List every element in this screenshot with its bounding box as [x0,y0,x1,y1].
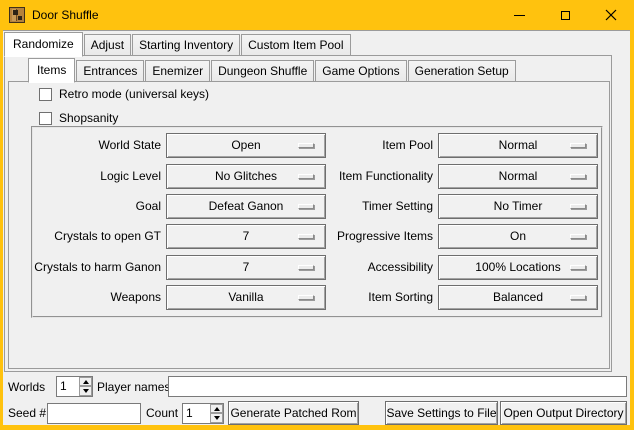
shopsanity-row: Shopsanity [39,111,118,125]
item-sorting-dropdown[interactable]: Balanced [438,285,598,310]
dropdown-indicator-icon [570,295,586,300]
count-spin-up-icon[interactable] [210,404,223,413]
generate-patched-rom-button[interactable]: Generate Patched Rom [228,401,359,425]
randomize-sub-tab-bar: Items Entrances Enemizer Dungeon Shuffle… [28,57,517,82]
worlds-spin-up-icon[interactable] [79,377,92,386]
tab-entrances[interactable]: Entrances [76,60,144,82]
retro-mode-row: Retro mode (universal keys) [39,87,209,101]
worlds-spin-down-icon[interactable] [79,386,92,396]
count-label: Count [146,402,178,424]
retro-mode-checkbox[interactable] [39,88,52,101]
main-tab-bar: Randomize Adjust Starting Inventory Cust… [4,31,352,56]
dropdown-indicator-icon [570,174,586,179]
minimize-button[interactable] [496,0,542,30]
shopsanity-label: Shopsanity [59,111,118,125]
title-bar: Door Shuffle [0,0,634,30]
tab-dungeon-shuffle[interactable]: Dungeon Shuffle [211,60,314,82]
count-spin-down-icon[interactable] [210,413,223,423]
dropdown-indicator-icon [570,265,586,270]
retro-mode-label: Retro mode (universal keys) [59,87,209,101]
tab-adjust[interactable]: Adjust [84,34,131,56]
settings-frame: World State Open Item Pool Normal Logic … [31,126,603,318]
count-spinbox[interactable]: 1 [182,403,224,424]
goal-label: Goal [33,194,161,219]
window-title: Door Shuffle [32,0,99,30]
dropdown-indicator-icon [570,234,586,239]
progressive-items-dropdown[interactable]: On [438,224,598,249]
app-door-icon [9,7,25,23]
tab-game-options[interactable]: Game Options [315,60,406,82]
close-icon [605,9,617,21]
door-shuffle-window: Door Shuffle Retro mode (universal keys) [0,0,634,430]
minimize-icon [514,15,525,16]
open-output-directory-button[interactable]: Open Output Directory [500,401,627,425]
player-names-input[interactable] [168,376,627,397]
worlds-spinbox[interactable]: 1 [56,376,93,397]
world-state-label: World State [33,133,161,158]
item-pool-dropdown[interactable]: Normal [438,133,598,158]
seed-input[interactable] [47,403,141,424]
seed-label: Seed # [8,402,46,424]
dropdown-indicator-icon [570,204,586,209]
save-settings-button[interactable]: Save Settings to File [385,401,498,425]
tab-generation-setup[interactable]: Generation Setup [408,60,516,82]
progressive-items-label: Progressive Items [273,224,433,249]
client-area: Retro mode (universal keys) Shopsanity W… [3,30,630,425]
worlds-label: Worlds [8,376,45,398]
tab-items[interactable]: Items [28,58,75,83]
tab-randomize[interactable]: Randomize [4,32,83,57]
dropdown-indicator-icon [570,143,586,148]
item-sorting-label: Item Sorting [273,285,433,310]
shopsanity-checkbox[interactable] [39,112,52,125]
close-button[interactable] [588,0,634,30]
crystals-ganon-label: Crystals to harm Ganon [33,255,161,280]
player-names-label: Player names [97,376,170,398]
item-functionality-label: Item Functionality [273,164,433,189]
tab-custom-item-pool[interactable]: Custom Item Pool [241,34,350,56]
timer-setting-dropdown[interactable]: No Timer [438,194,598,219]
items-tab-pane: Retro mode (universal keys) Shopsanity W… [8,81,610,369]
maximize-button[interactable] [542,0,588,30]
crystals-gt-label: Crystals to open GT [33,224,161,249]
timer-setting-label: Timer Setting [273,194,433,219]
maximize-icon [561,11,570,20]
accessibility-label: Accessibility [273,255,433,280]
item-functionality-dropdown[interactable]: Normal [438,164,598,189]
accessibility-dropdown[interactable]: 100% Locations [438,255,598,280]
logic-level-label: Logic Level [33,164,161,189]
weapons-label: Weapons [33,285,161,310]
tab-starting-inventory[interactable]: Starting Inventory [132,34,240,56]
tab-enemizer[interactable]: Enemizer [145,60,210,82]
item-pool-label: Item Pool [273,133,433,158]
